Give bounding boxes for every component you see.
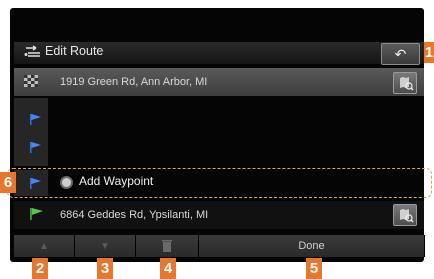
blue-flag-icon: [30, 178, 41, 189]
add-dot-icon: [60, 176, 73, 189]
edit-route-icon: [24, 45, 40, 57]
navigation-screen: Edit Route ↶ 1 1919 Green Rd, Ann Arbor,…: [0, 0, 434, 279]
back-icon: ↶: [394, 45, 407, 62]
back-button[interactable]: ↶: [381, 43, 420, 65]
destination-map-search-button[interactable]: [393, 204, 417, 226]
start-map-search-button[interactable]: [393, 72, 417, 94]
waypoint-lane: [14, 98, 48, 166]
green-flag-icon: [30, 208, 43, 220]
bottom-toolbar: ▲ ▼ Done: [14, 235, 425, 257]
callout-label-2: 2: [32, 258, 48, 279]
arrow-down-icon: ▼: [100, 240, 110, 252]
callout-label-6: 6: [0, 172, 16, 193]
arrow-up-icon: ▲: [39, 240, 49, 252]
done-button[interactable]: Done: [199, 235, 425, 257]
callout-label-3: 3: [97, 258, 113, 279]
delete-button[interactable]: [136, 235, 199, 257]
callout-label-4: 4: [160, 258, 176, 279]
trash-icon: [162, 240, 172, 252]
add-waypoint-label: Add Waypoint: [79, 174, 154, 188]
move-up-button[interactable]: ▲: [14, 235, 75, 257]
start-address: 1919 Green Rd, Ann Arbor, MI: [60, 76, 208, 88]
done-label: Done: [298, 240, 325, 252]
callout-label-5: 5: [306, 258, 322, 279]
blue-flag-icon: [30, 142, 41, 153]
destination-address: 6864 Geddes Rd, Ypsilanti, MI: [60, 209, 209, 221]
page-title: Edit Route: [45, 44, 104, 58]
map-search-icon: [400, 209, 414, 223]
checkered-flag-icon: [24, 75, 38, 87]
blue-flag-icon: [30, 114, 41, 125]
move-down-button[interactable]: ▼: [75, 235, 136, 257]
callout-label-1: 1: [424, 42, 434, 63]
map-search-icon: [400, 77, 414, 91]
